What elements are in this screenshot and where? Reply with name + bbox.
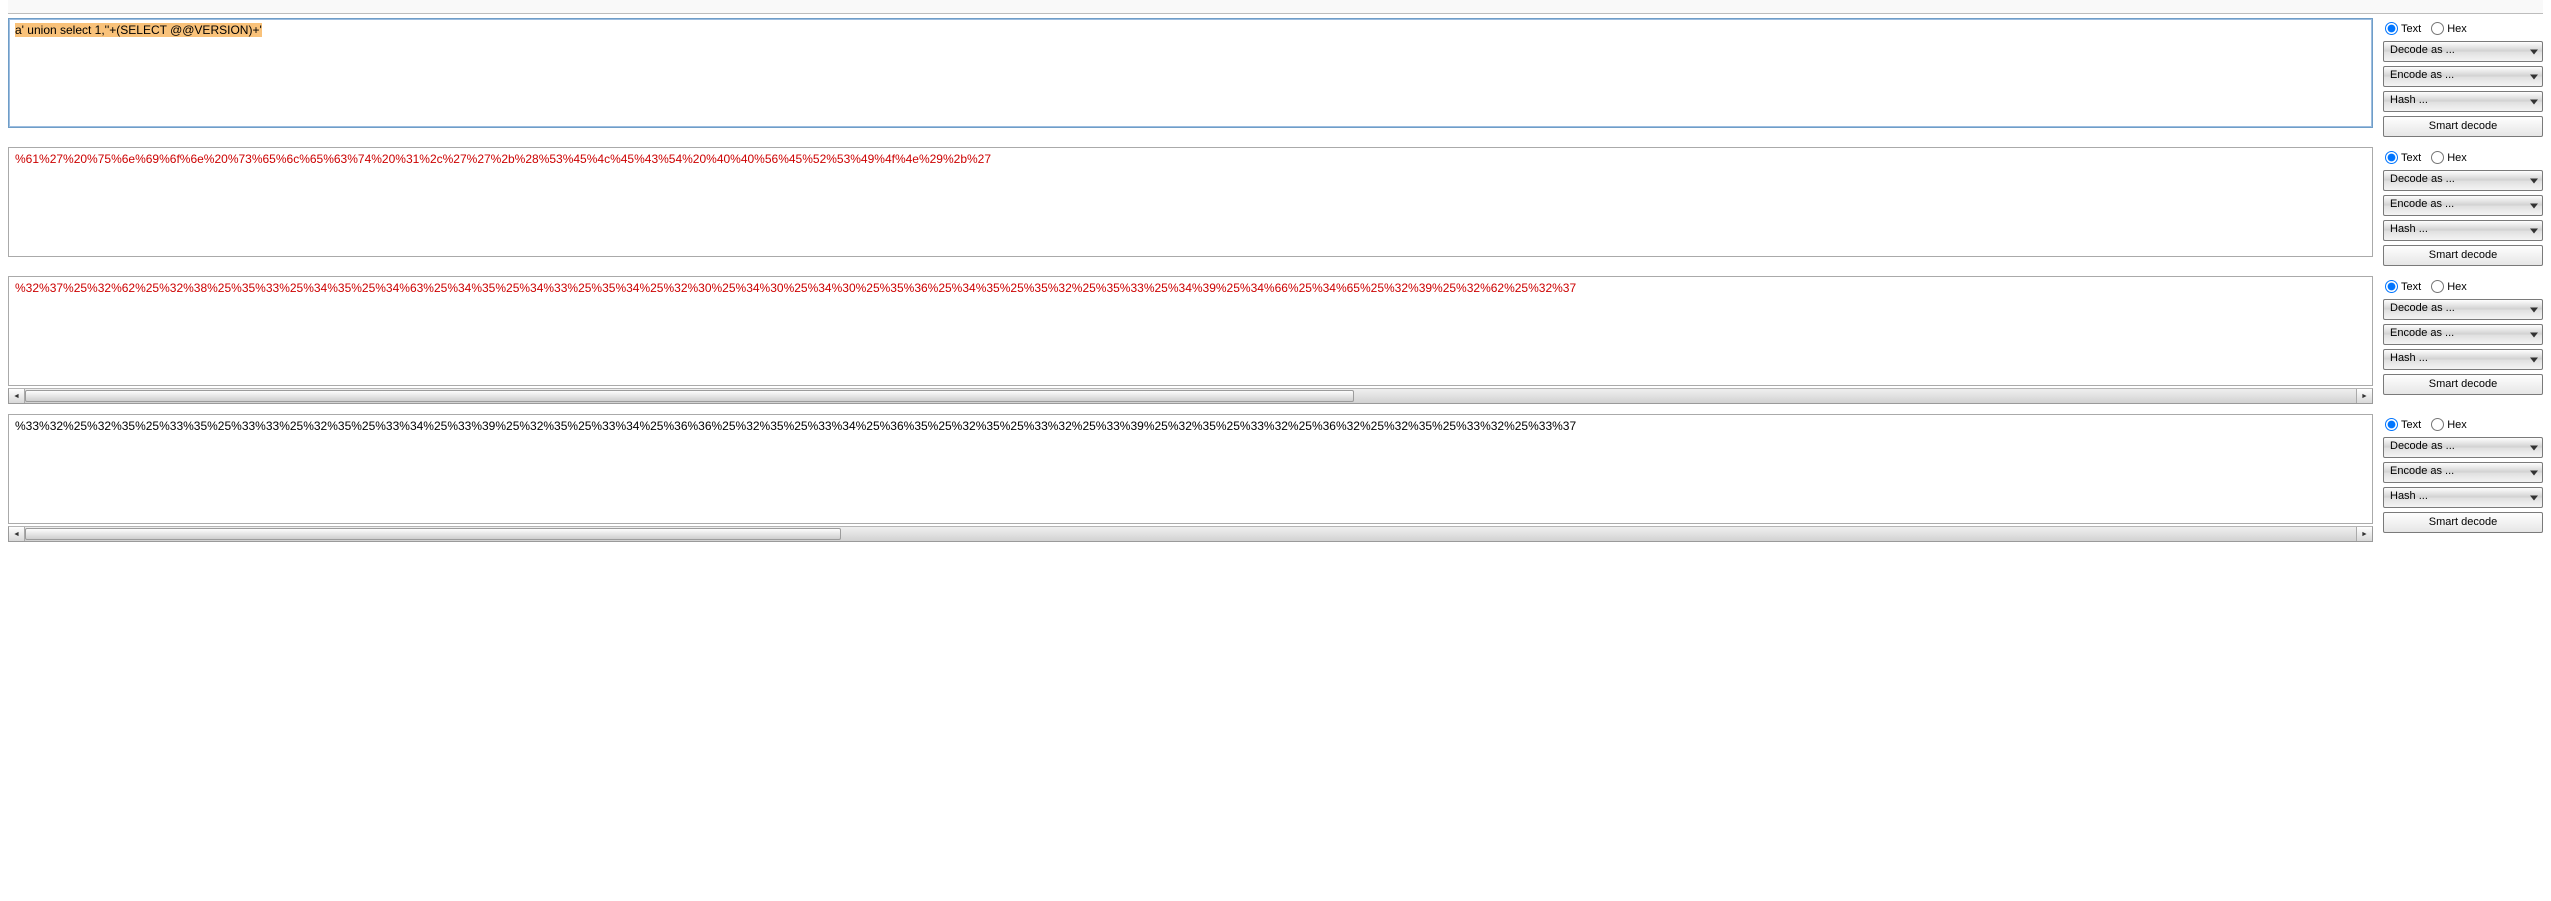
scroll-right-icon[interactable]: ► [2356,527,2372,541]
decode-as-label: Decode as ... [2390,173,2455,185]
decode-as-label: Decode as ... [2390,44,2455,56]
hash-select[interactable]: Hash ... [2383,487,2543,508]
smart-decode-label: Smart decode [2429,516,2497,528]
smart-decode-label: Smart decode [2429,378,2497,390]
radio-hex[interactable] [2431,22,2444,35]
radio-text-text: Text [2401,23,2421,35]
smart-decode-button[interactable]: Smart decode [2383,512,2543,533]
hash-label: Hash ... [2390,223,2428,235]
smart-decode-label: Smart decode [2429,249,2497,261]
decode-as-select[interactable]: Decode as ... [2383,299,2543,320]
text-content: a' union select 1,''+(SELECT @@VERSION)+… [15,23,262,37]
radio-hex-label[interactable]: Hex [2431,22,2467,35]
decode-as-select[interactable]: Decode as ... [2383,437,2543,458]
radio-hex-text: Hex [2447,152,2467,164]
encode-as-select[interactable]: Encode as ... [2383,324,2543,345]
decoder-row: %61%27%20%75%6e%69%6f%6e%20%73%65%6c%65%… [8,147,2543,266]
radio-text-text: Text [2401,419,2421,431]
encode-as-select[interactable]: Encode as ... [2383,195,2543,216]
hash-label: Hash ... [2390,490,2428,502]
decode-as-select[interactable]: Decode as ... [2383,41,2543,62]
decoder-row: %32%37%25%32%62%25%32%38%25%35%33%25%34%… [8,276,2543,404]
horizontal-scrollbar[interactable]: ◄► [8,526,2373,542]
text-area[interactable]: %61%27%20%75%6e%69%6f%6e%20%73%65%6c%65%… [8,147,2373,257]
text-area[interactable]: %32%37%25%32%62%25%32%38%25%35%33%25%34%… [8,276,2373,386]
radio-text[interactable] [2385,418,2398,431]
decode-as-select[interactable]: Decode as ... [2383,170,2543,191]
decode-as-label: Decode as ... [2390,302,2455,314]
radio-text-label[interactable]: Text [2385,22,2421,35]
radio-text-label[interactable]: Text [2385,151,2421,164]
radio-text-text: Text [2401,281,2421,293]
text-content: %33%32%25%32%35%25%33%35%25%33%33%25%32%… [15,419,1576,433]
format-radio-group: Text Hex [2383,149,2543,166]
encode-as-select[interactable]: Encode as ... [2383,462,2543,483]
text-area[interactable]: %33%32%25%32%35%25%33%35%25%33%33%25%32%… [8,414,2373,524]
horizontal-scrollbar[interactable]: ◄► [8,388,2373,404]
scroll-right-icon[interactable]: ► [2356,389,2372,403]
text-panel-wrap: a' union select 1,''+(SELECT @@VERSION)+… [8,18,2373,137]
scroll-left-icon[interactable]: ◄ [9,389,25,403]
radio-text[interactable] [2385,22,2398,35]
radio-hex[interactable] [2431,280,2444,293]
encode-as-label: Encode as ... [2390,69,2454,81]
radio-hex-text: Hex [2447,419,2467,431]
scroll-thumb[interactable] [25,528,841,540]
smart-decode-label: Smart decode [2429,120,2497,132]
scroll-track[interactable] [25,389,2356,403]
smart-decode-button[interactable]: Smart decode [2383,374,2543,395]
decoder-row: %33%32%25%32%35%25%33%35%25%33%33%25%32%… [8,414,2543,542]
text-panel-wrap: %61%27%20%75%6e%69%6f%6e%20%73%65%6c%65%… [8,147,2373,266]
controls-column: Text Hex Decode as ... Encode as ... Hash ..… [2383,147,2543,266]
text-area[interactable]: a' union select 1,''+(SELECT @@VERSION)+… [8,18,2373,128]
format-radio-group: Text Hex [2383,416,2543,433]
radio-hex-label[interactable]: Hex [2431,418,2467,431]
encode-as-label: Encode as ... [2390,465,2454,477]
format-radio-group: Text Hex [2383,278,2543,295]
radio-hex[interactable] [2431,151,2444,164]
text-content: %61%27%20%75%6e%69%6f%6e%20%73%65%6c%65%… [15,152,991,166]
format-radio-group: Text Hex [2383,20,2543,37]
radio-text-label[interactable]: Text [2385,418,2421,431]
hash-select[interactable]: Hash ... [2383,349,2543,370]
scroll-track[interactable] [25,527,2356,541]
text-content: %32%37%25%32%62%25%32%38%25%35%33%25%34%… [15,281,1576,295]
text-panel-wrap: %33%32%25%32%35%25%33%35%25%33%33%25%32%… [8,414,2373,542]
hash-select[interactable]: Hash ... [2383,220,2543,241]
hash-label: Hash ... [2390,94,2428,106]
radio-hex[interactable] [2431,418,2444,431]
hash-select[interactable]: Hash ... [2383,91,2543,112]
text-panel-wrap: %32%37%25%32%62%25%32%38%25%35%33%25%34%… [8,276,2373,404]
encode-as-select[interactable]: Encode as ... [2383,66,2543,87]
smart-decode-button[interactable]: Smart decode [2383,245,2543,266]
hash-label: Hash ... [2390,352,2428,364]
radio-text[interactable] [2385,280,2398,293]
controls-column: Text Hex Decode as ... Encode as ... Hash ..… [2383,18,2543,137]
scroll-thumb[interactable] [25,390,1354,402]
controls-column: Text Hex Decode as ... Encode as ... Hash ..… [2383,276,2543,404]
encode-as-label: Encode as ... [2390,198,2454,210]
radio-hex-text: Hex [2447,23,2467,35]
encode-as-label: Encode as ... [2390,327,2454,339]
radio-hex-label[interactable]: Hex [2431,280,2467,293]
top-divider [8,0,2543,14]
radio-hex-text: Hex [2447,281,2467,293]
controls-column: Text Hex Decode as ... Encode as ... Hash ..… [2383,414,2543,542]
smart-decode-button[interactable]: Smart decode [2383,116,2543,137]
decode-as-label: Decode as ... [2390,440,2455,452]
scroll-left-icon[interactable]: ◄ [9,527,25,541]
radio-text-label[interactable]: Text [2385,280,2421,293]
decoder-row: a' union select 1,''+(SELECT @@VERSION)+… [8,18,2543,137]
radio-text[interactable] [2385,151,2398,164]
radio-hex-label[interactable]: Hex [2431,151,2467,164]
radio-text-text: Text [2401,152,2421,164]
